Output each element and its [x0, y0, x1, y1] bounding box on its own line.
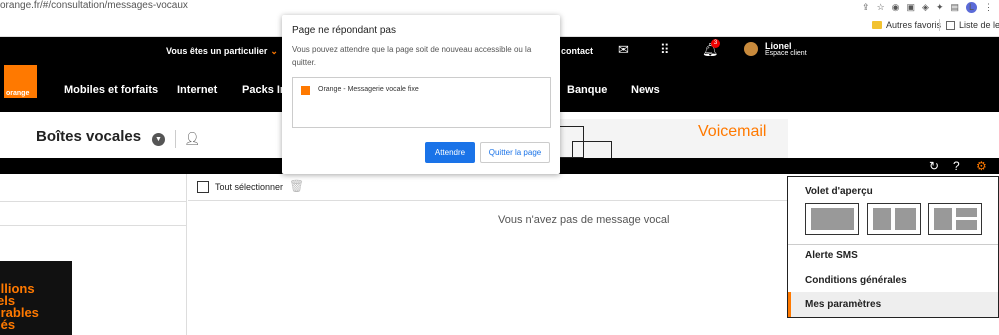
trash-icon[interactable]: 🗑︎	[289, 179, 304, 193]
share-icon[interactable]: ⇪	[862, 2, 870, 12]
sidebar-divider	[0, 225, 187, 226]
page-unresponsive-dialog: Page ne répondant pas Vous pouvez attend…	[282, 15, 560, 174]
settings-menu: Volet d'aperçu Alerte SMS Conditions gén…	[787, 176, 999, 318]
extension-icon[interactable]: ◉	[892, 2, 900, 12]
browser-toolbar-icons: ⇪ ☆ ◉ ▣ ◈ ✦ ▤ L ⋮	[862, 0, 999, 14]
page-title: Boîtes vocales	[36, 128, 142, 145]
menu-item-terms[interactable]: Conditions générales	[805, 275, 907, 286]
layout-option-full[interactable]	[805, 203, 859, 235]
apps-grid-icon[interactable]: ⠿	[660, 42, 670, 58]
nav-mobiles[interactable]: Mobiles et forfaits	[64, 84, 158, 96]
select-all-label[interactable]: Tout sélectionner	[215, 182, 283, 192]
customer-type-selector[interactable]: Vous êtes un particulier ⌄	[166, 46, 278, 57]
layout-right-pane-icon	[895, 208, 916, 230]
bookmark-divider	[939, 19, 940, 31]
dialog-message: Vous pouvez attendre que la page soit de…	[292, 45, 532, 67]
chevron-down-icon: ⌄	[270, 46, 278, 56]
voicemail-banner: Voicemail	[560, 119, 788, 158]
customer-type-label: Vous êtes un particulier	[166, 46, 268, 56]
star-icon[interactable]: ☆	[877, 2, 885, 12]
layout-option-split-horizontal[interactable]	[928, 203, 982, 235]
contact-link[interactable]: contact	[561, 46, 593, 56]
user-avatar[interactable]	[744, 42, 758, 56]
user-account-label[interactable]: Espace client	[765, 50, 807, 57]
folder-icon	[872, 21, 882, 29]
notification-badge: 3	[711, 39, 720, 48]
bookmark-reading-list[interactable]: Liste de lec	[946, 20, 999, 30]
layout-top-pane-icon	[956, 208, 977, 217]
layout-left-pane-icon	[873, 208, 891, 230]
quit-page-button[interactable]: Quitter la page	[480, 142, 550, 163]
logo-text: orange	[6, 90, 30, 97]
layout-full-icon	[811, 208, 854, 230]
mailbox-dropdown-icon[interactable]: ▼	[152, 133, 165, 146]
title-divider	[175, 130, 176, 148]
nav-news[interactable]: News	[631, 84, 660, 96]
address-bar[interactable]: orange.fr/#/consultation/messages-vocaux…	[0, 0, 999, 14]
unresponsive-tab-list: Orange - Messagerie vocale fixe	[292, 77, 551, 128]
banner-title: Voicemail	[698, 123, 767, 140]
gear-icon[interactable]: ⚙	[976, 158, 987, 174]
layout-bottom-pane-icon	[956, 220, 977, 230]
menu-divider	[788, 244, 998, 245]
orange-favicon-icon	[301, 86, 310, 95]
banner-shape	[572, 141, 612, 158]
media-icon[interactable]: ▤	[950, 2, 959, 12]
promo-text: ıés	[0, 317, 16, 332]
left-sidebar: illions els irables ıés	[0, 174, 187, 335]
refresh-icon[interactable]: ↻	[929, 158, 939, 174]
sidebar-divider	[0, 201, 187, 202]
menu-item-sms-alert[interactable]: Alerte SMS	[805, 250, 858, 261]
preview-pane-title: Volet d'aperçu	[805, 186, 873, 197]
help-icon[interactable]: ?	[953, 158, 960, 174]
layout-left-pane-icon	[934, 208, 952, 230]
browser-menu-icon[interactable]: ⋮	[984, 2, 993, 12]
mail-icon[interactable]: ✉	[618, 42, 629, 58]
bookmark-other-favorites[interactable]: Autres favoris	[872, 20, 941, 30]
wait-button[interactable]: Attendre	[425, 142, 475, 163]
download-icon[interactable]: ▣	[907, 2, 916, 12]
unresponsive-tab-name: Orange - Messagerie vocale fixe	[318, 86, 419, 93]
nav-internet[interactable]: Internet	[177, 84, 217, 96]
url-text[interactable]: orange.fr/#/consultation/messages-vocaux	[0, 0, 188, 12]
profile-avatar[interactable]: L	[966, 1, 977, 13]
shield-icon[interactable]: ◈	[922, 2, 929, 12]
bookmark-label: Autres favoris	[886, 20, 942, 30]
layout-option-split-vertical[interactable]	[867, 203, 921, 235]
orange-logo[interactable]: orange	[4, 65, 37, 98]
bookmark-label: Liste de lec	[959, 20, 999, 30]
promo-banner[interactable]: illions els irables ıés	[0, 261, 72, 335]
empty-message: Vous n'avez pas de message vocal	[498, 214, 670, 226]
puzzle-icon[interactable]: ✦	[936, 2, 944, 12]
dialog-title: Page ne répondant pas	[292, 25, 396, 36]
user-mail-icon[interactable]: 👤︎	[184, 131, 201, 147]
select-all-checkbox[interactable]	[197, 181, 209, 193]
nav-banque[interactable]: Banque	[567, 84, 607, 96]
reading-list-icon	[946, 20, 955, 30]
menu-item-settings[interactable]: Mes paramètres	[805, 299, 881, 310]
nav-packs[interactable]: Packs In	[242, 84, 287, 96]
